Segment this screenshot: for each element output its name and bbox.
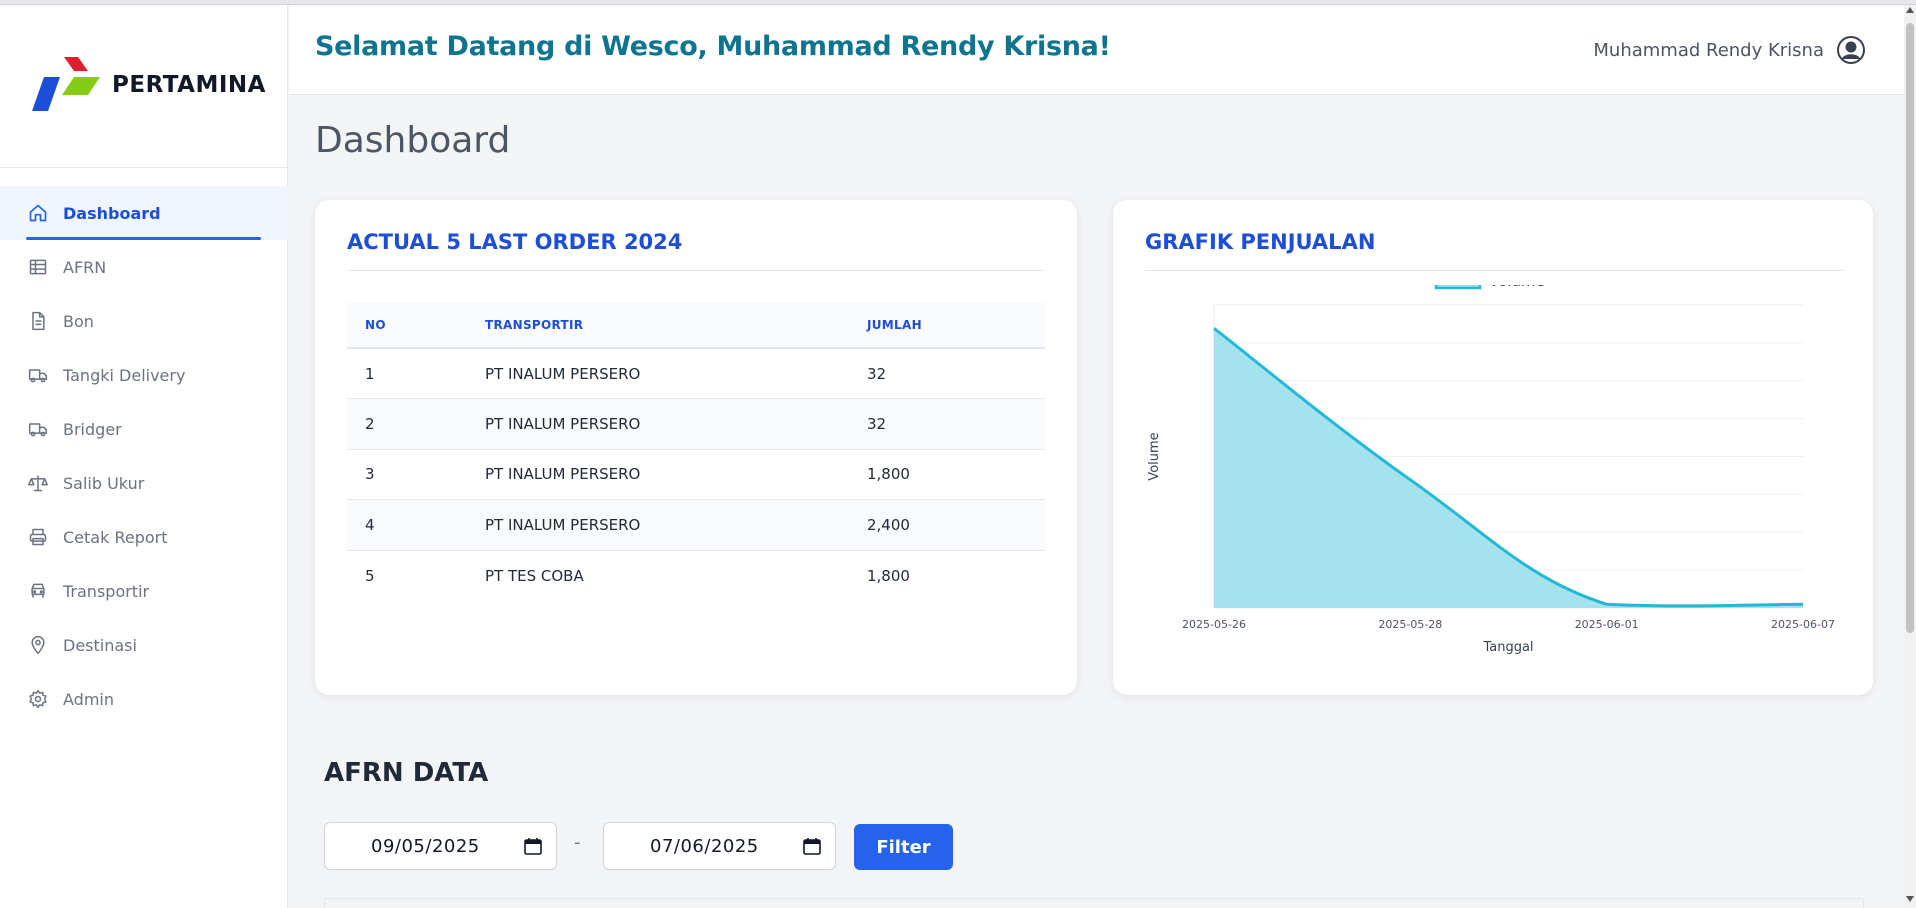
top-header: Selamat Datang di Wesco, Muhammad Rendy … bbox=[289, 5, 1904, 95]
vehicle-icon bbox=[28, 581, 48, 601]
afrn-section-title: AFRN DATA bbox=[324, 758, 489, 788]
sidebar-item-label: Tangki Delivery bbox=[63, 365, 186, 385]
cell-jumlah: 1,800 bbox=[867, 566, 910, 585]
sidebar-item-label: Bon bbox=[63, 311, 94, 331]
page-scrollbar[interactable] bbox=[1904, 5, 1916, 908]
date-from-value: 09/05/2025 bbox=[371, 835, 480, 857]
column-header-transportir: TRANSPORTIR bbox=[467, 302, 849, 349]
table-row: 3 PT INALUM PERSERO 1,800 bbox=[347, 449, 1045, 500]
cell-transportir: PT INALUM PERSERO bbox=[467, 499, 849, 551]
column-header-jumlah: JUMLAH bbox=[849, 302, 1045, 349]
date-from-input[interactable]: 09/05/2025 bbox=[324, 822, 557, 870]
scrollbar-thumb[interactable] bbox=[1906, 23, 1914, 633]
x-tick-label: 2025-06-07 bbox=[1771, 618, 1835, 631]
location-pin-icon bbox=[28, 635, 48, 655]
cell-no: 1 bbox=[347, 348, 467, 399]
table-row: 4 PT INALUM PERSERO 2,400 bbox=[347, 499, 1045, 551]
y-axis-label: Volume bbox=[1147, 432, 1162, 480]
date-range-separator: - bbox=[574, 832, 581, 853]
document-icon bbox=[28, 311, 48, 331]
user-name[interactable]: Muhammad Rendy Krisna bbox=[1593, 40, 1824, 61]
last-orders-title: ACTUAL 5 LAST ORDER 2024 bbox=[347, 230, 683, 254]
cell-transportir: PT INALUM PERSERO bbox=[467, 398, 849, 450]
area-fill-volume bbox=[1214, 328, 1803, 608]
sidebar-nav: Dashboard AFRN Bon Tangki Delivery Bridg… bbox=[0, 186, 288, 726]
x-tick-label: 2025-05-26 bbox=[1182, 618, 1246, 631]
brand-logo[interactable]: PERTAMINA bbox=[30, 55, 266, 115]
cell-no: 5 bbox=[365, 566, 375, 585]
date-to-value: 07/06/2025 bbox=[650, 835, 759, 857]
gear-icon bbox=[28, 689, 48, 709]
x-axis-label: Tanggal bbox=[1482, 640, 1533, 655]
sales-area-chart[interactable]: 2025-05-26 2025-05-28 2025-06-01 2025-06-07… bbox=[1113, 285, 1873, 685]
card-divider bbox=[1145, 270, 1843, 271]
sidebar-item-bon[interactable]: Bon bbox=[0, 294, 288, 348]
last-orders-table: NO TRANSPORTIR JUMLAH 1 PT INALUM PERSER… bbox=[347, 302, 1045, 601]
cell-transportir: PT TES COBA bbox=[485, 566, 584, 585]
printer-icon bbox=[28, 527, 48, 547]
table-row: 1 PT INALUM PERSERO 32 bbox=[347, 348, 1045, 399]
sidebar-item-bridger[interactable]: Bridger bbox=[0, 402, 288, 456]
sidebar-item-label: Admin bbox=[63, 689, 114, 709]
pertamina-logo-icon bbox=[32, 57, 100, 111]
x-tick-label: 2025-05-28 bbox=[1378, 618, 1442, 631]
sidebar-item-label: Cetak Report bbox=[63, 527, 168, 547]
card-divider bbox=[347, 270, 1045, 271]
sidebar-item-label: Transportir bbox=[63, 581, 150, 601]
table-row: 5 PT TES COBA 1,800 bbox=[347, 550, 1045, 601]
sidebar-item-label: Dashboard bbox=[63, 203, 161, 223]
sidebar-item-destinasi[interactable]: Destinasi bbox=[0, 618, 288, 672]
afrn-table-header bbox=[324, 898, 1864, 908]
sidebar-item-admin[interactable]: Admin bbox=[0, 672, 288, 726]
cell-no: 4 bbox=[347, 499, 467, 551]
sidebar-item-label: AFRN bbox=[63, 257, 107, 277]
sidebar: PERTAMINA Dashboard AFRN Bon Tangki Deli bbox=[0, 5, 288, 908]
date-to-input[interactable]: 07/06/2025 bbox=[603, 822, 836, 870]
cell-jumlah: 1,800 bbox=[849, 449, 1045, 500]
sidebar-item-transportir[interactable]: Transportir bbox=[0, 564, 288, 618]
table-header-row: NO TRANSPORTIR JUMLAH bbox=[347, 302, 1045, 349]
scroll-down-arrow-icon[interactable] bbox=[1906, 896, 1914, 902]
calendar-icon[interactable] bbox=[524, 837, 542, 855]
last-orders-card: ACTUAL 5 LAST ORDER 2024 NO TRANSPORTIR … bbox=[315, 200, 1077, 695]
cell-transportir: PT INALUM PERSERO bbox=[467, 348, 849, 399]
table-row: 2 PT INALUM PERSERO 32 bbox=[347, 398, 1045, 450]
table-icon bbox=[28, 257, 48, 277]
sidebar-item-dashboard[interactable]: Dashboard bbox=[0, 186, 288, 240]
cell-transportir: PT INALUM PERSERO bbox=[467, 449, 849, 500]
home-icon bbox=[28, 203, 48, 223]
sidebar-item-label: Destinasi bbox=[63, 635, 137, 655]
cell-no: 2 bbox=[347, 398, 467, 450]
cell-jumlah: 2,400 bbox=[849, 499, 1045, 551]
brand-name: PERTAMINA bbox=[112, 72, 266, 98]
cell-jumlah: 32 bbox=[849, 398, 1045, 450]
page-title: Dashboard bbox=[315, 120, 511, 161]
scroll-up-arrow-icon[interactable] bbox=[1906, 7, 1914, 13]
sidebar-item-afrn[interactable]: AFRN bbox=[0, 240, 288, 294]
sidebar-item-label: Salib Ukur bbox=[63, 473, 145, 493]
calendar-icon[interactable] bbox=[803, 837, 821, 855]
legend-label: Volume bbox=[1489, 285, 1545, 290]
cell-jumlah: 32 bbox=[849, 348, 1045, 399]
sales-chart-title: GRAFIK PENJUALAN bbox=[1145, 230, 1376, 254]
x-tick-label: 2025-06-01 bbox=[1575, 618, 1639, 631]
sidebar-item-label: Bridger bbox=[63, 419, 122, 439]
sidebar-item-tangki-delivery[interactable]: Tangki Delivery bbox=[0, 348, 288, 402]
column-header-no: NO bbox=[347, 302, 467, 349]
sales-chart-card: GRAFIK PENJUALAN 2025-05-26 2025-05-28 202… bbox=[1113, 200, 1873, 695]
sidebar-item-cetak-report[interactable]: Cetak Report bbox=[0, 510, 288, 564]
truck-icon bbox=[28, 365, 48, 385]
filter-button[interactable]: Filter bbox=[854, 824, 953, 870]
cell-no: 3 bbox=[347, 449, 467, 500]
truck-icon bbox=[28, 419, 48, 439]
user-avatar-icon[interactable] bbox=[1836, 35, 1866, 65]
welcome-message: Selamat Datang di Wesco, Muhammad Rendy … bbox=[315, 31, 1111, 62]
sidebar-item-salib-ukur[interactable]: Salib Ukur bbox=[0, 456, 288, 510]
sidebar-divider bbox=[0, 167, 288, 168]
scale-icon bbox=[28, 473, 48, 493]
legend-swatch bbox=[1434, 285, 1482, 290]
